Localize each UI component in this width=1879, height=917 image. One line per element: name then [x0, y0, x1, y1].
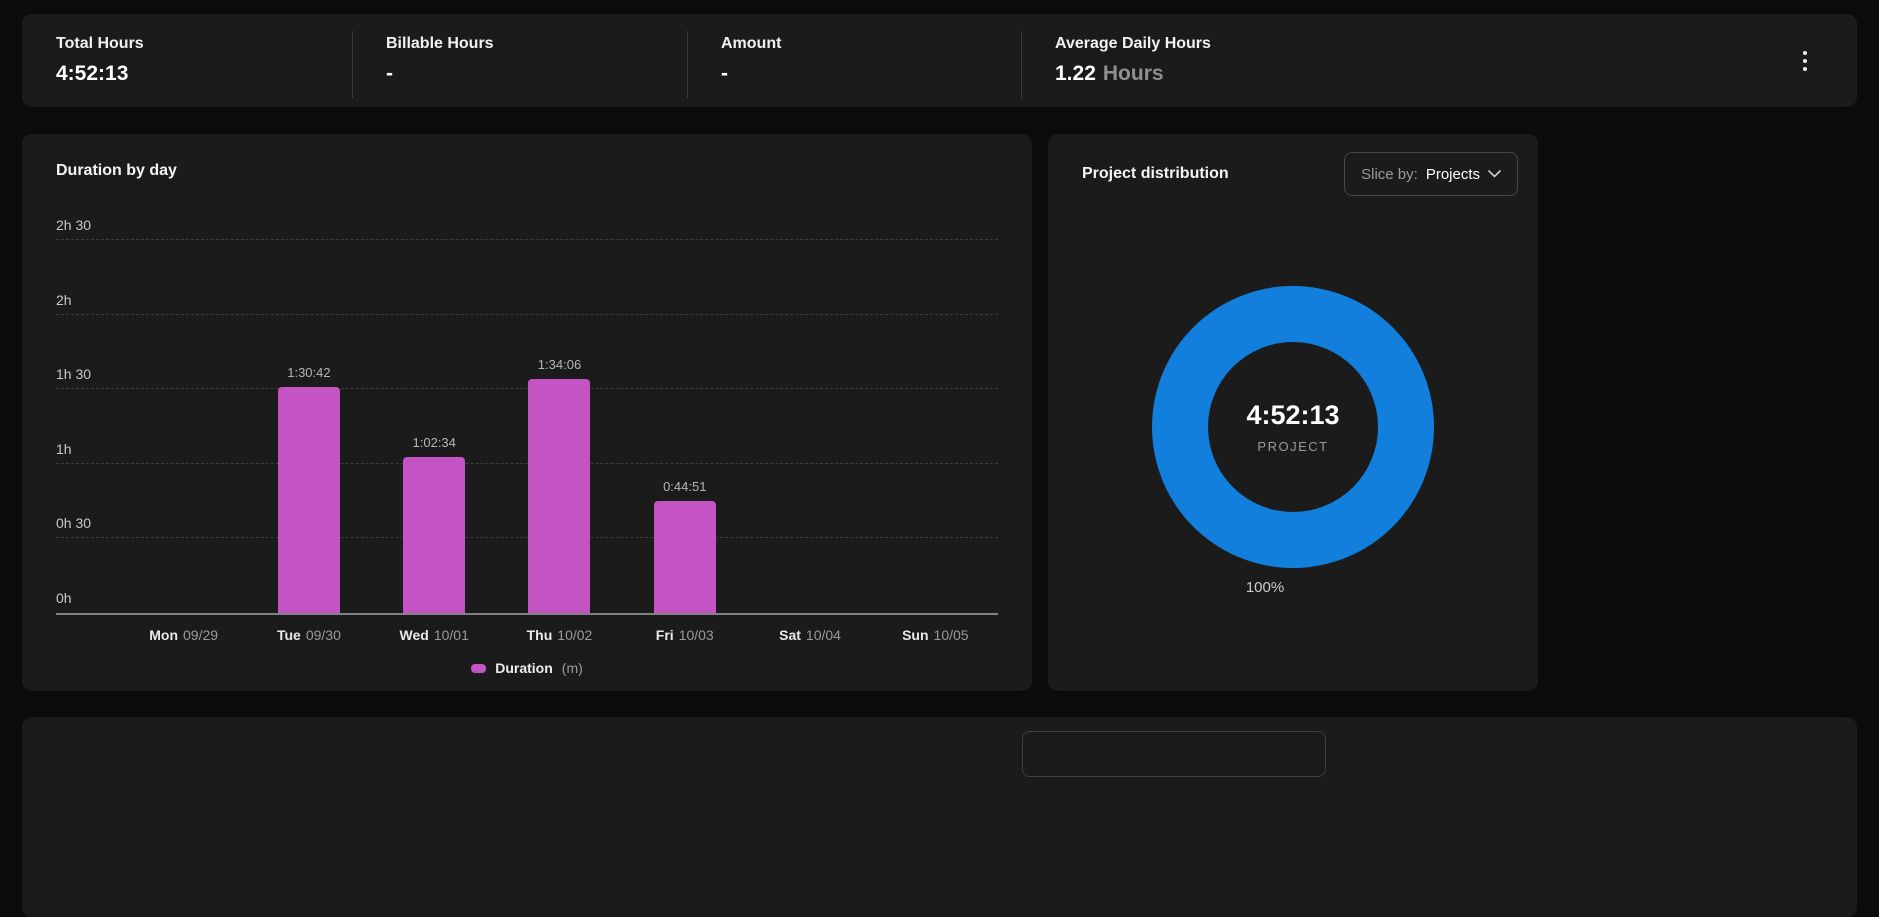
stat-label: Billable Hours: [386, 35, 494, 52]
y-axis-tick-label: 1h 30: [56, 366, 92, 383]
project-distribution-panel: Project distribution Slice by: Projects …: [1048, 134, 1538, 691]
y-axis-tick-label: 1h: [56, 440, 72, 457]
bar-column: [747, 240, 872, 613]
stat-value: 1.22 Hours: [1055, 62, 1164, 85]
donut-slice-percentage-label: 100%: [1245, 579, 1285, 596]
bar-column: 1:30:42: [246, 240, 371, 613]
slice-by-dropdown[interactable]: Slice by: Projects: [1344, 152, 1518, 196]
bottom-panel-control[interactable]: [1022, 731, 1326, 777]
x-axis-tick-label: Wed 10/01: [372, 627, 497, 643]
bar-column: 1:34:06: [497, 240, 622, 613]
stat-value: 4:52:13: [56, 62, 129, 85]
bar-value-label: 1:30:42: [287, 365, 331, 381]
x-axis-tick-label: Thu 10/02: [497, 627, 622, 643]
bar-value-label: 1:34:06: [537, 357, 582, 373]
bar-column: 1:02:34: [372, 240, 497, 613]
stat-amount: Amount -: [687, 14, 1021, 107]
legend-swatch: [471, 663, 487, 673]
x-tick-date: 10/04: [805, 627, 841, 643]
x-tick-day: Wed: [399, 627, 429, 643]
x-axis-tick-label: Sat 10/04: [747, 627, 872, 643]
summary-stats-bar: Total Hours 4:52:13 Billable Hours - Amo…: [22, 14, 1857, 107]
duration-bar[interactable]: [277, 387, 340, 613]
stat-billable-hours: Billable Hours -: [352, 14, 687, 107]
x-tick-day: Mon: [149, 627, 178, 643]
x-tick-date: 10/01: [433, 627, 469, 643]
donut-slice-projects[interactable]: 4:52:13 PROJECT: [1152, 286, 1434, 568]
stat-label: Total Hours: [56, 35, 144, 52]
slice-by-prefix-label: Slice by:: [1361, 165, 1418, 183]
stat-value: -: [721, 62, 728, 85]
bar-column: [873, 240, 998, 613]
bar-value-label: 0:44:51: [663, 479, 707, 495]
x-axis-tick-label: Sun 10/05: [873, 627, 998, 643]
x-tick-date: 09/29: [183, 627, 219, 643]
legend-unit: (m): [561, 660, 583, 676]
kebab-menu-icon[interactable]: [1797, 45, 1813, 77]
bar-column: 0:44:51: [622, 240, 747, 613]
chevron-down-icon: [1488, 170, 1501, 178]
duration-by-day-panel: Duration by day 1:30:42 1:02:34 1:34:06 0:4…: [22, 134, 1032, 691]
x-tick-day: Sun: [902, 627, 929, 643]
stat-value-suffix: Hours: [1102, 62, 1164, 85]
legend-label: Duration: [495, 660, 553, 676]
x-tick-day: Sat: [779, 627, 801, 643]
duration-bar[interactable]: [528, 379, 591, 613]
bar-column: [121, 240, 246, 613]
duration-bar[interactable]: [653, 501, 716, 613]
x-axis-tick-label: Mon 09/29: [121, 627, 246, 643]
donut-center-value: 4:52:13: [1246, 400, 1340, 430]
stat-label: Amount: [721, 35, 782, 52]
x-tick-date: 09/30: [305, 627, 341, 643]
x-tick-day: Thu: [526, 627, 553, 643]
x-tick-date: 10/05: [933, 627, 969, 643]
x-axis-tick-label: Tue 09/30: [246, 627, 371, 643]
donut-center-label: PROJECT: [1257, 439, 1329, 454]
donut-chart: 4:52:13 PROJECT 100%: [1068, 286, 1518, 596]
y-axis-tick-label: 2h: [56, 291, 72, 308]
duration-bar[interactable]: [403, 457, 466, 613]
slice-by-selected-value: Projects: [1425, 165, 1480, 183]
stat-average-daily-hours: Average Daily Hours 1.22 Hours: [1021, 14, 1857, 107]
y-axis-tick-label: 0h: [56, 590, 72, 606]
x-tick-day: Tue: [276, 627, 301, 643]
stat-label: Average Daily Hours: [1055, 35, 1211, 52]
stat-value: -: [386, 62, 393, 85]
donut-hole: 4:52:13 PROJECT: [1208, 342, 1378, 512]
chart-title: Duration by day: [56, 162, 177, 179]
x-axis-tick-label: Fri 10/03: [622, 627, 747, 643]
stat-total-hours: Total Hours 4:52:13: [22, 14, 352, 107]
x-axis-labels: Mon 09/29 Tue 09/30 Wed 10/01 Thu 10/02 Fri 10/03…: [121, 627, 998, 643]
bottom-report-panel: [22, 717, 1857, 917]
x-tick-date: 10/02: [557, 627, 593, 643]
y-axis-tick-label: 2h 30: [56, 217, 92, 233]
x-tick-date: 10/03: [678, 627, 714, 643]
bar-plot-area: 1:30:42 1:02:34 1:34:06 0:44:51 0h 0h 30 1h 1h…: [56, 217, 998, 615]
x-tick-day: Fri: [655, 627, 674, 643]
distribution-header: Project distribution Slice by: Projects: [1068, 152, 1518, 196]
bar-value-label: 1:02:34: [412, 435, 456, 451]
bar-columns: 1:30:42 1:02:34 1:34:06 0:44:51: [121, 240, 998, 613]
y-axis-tick-label: 0h 30: [56, 515, 92, 532]
distribution-title: Project distribution: [1082, 165, 1229, 182]
chart-legend: Duration (m): [56, 660, 998, 676]
